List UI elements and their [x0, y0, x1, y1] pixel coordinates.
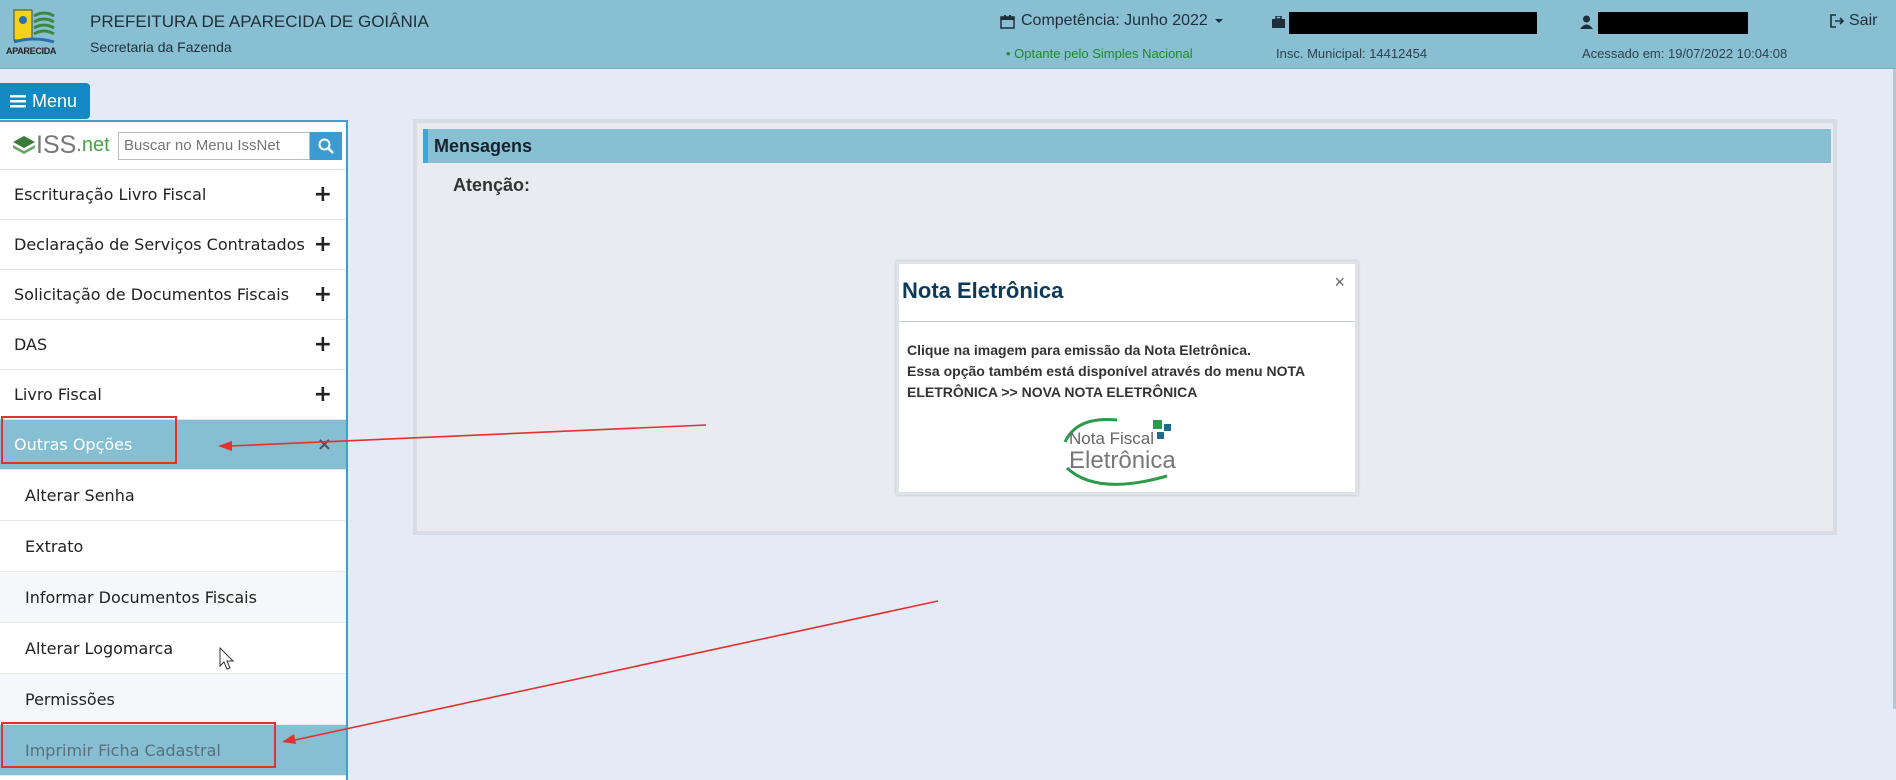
menu-item-solicitacao[interactable]: Solicitação de Documentos Fiscais +: [0, 270, 346, 320]
org-title: PREFEITURA DE APARECIDA DE GOIÂNIA: [90, 12, 429, 31]
highlight-box-outras-opcoes: [1, 416, 177, 464]
arrow-to-imprimir-ficha: [294, 600, 939, 741]
simples-status: • Optante pelo Simples Nacional: [1006, 46, 1193, 61]
attention-label: Atenção:: [453, 175, 531, 195]
menu-item-declaracao[interactable]: Declaração de Serviços Contratados +: [0, 220, 346, 270]
submenu-label: Alterar Logomarca: [25, 638, 174, 658]
submenu-alterar-logomarca[interactable]: Alterar Logomarca: [0, 623, 346, 674]
expand-plus-icon: +: [313, 332, 332, 357]
dialog-line-2: Essa opção também está disponível atravé…: [907, 363, 1305, 400]
submenu-informar-documentos[interactable]: Informar Documentos Fiscais: [0, 572, 346, 623]
dialog-title: Nota Eletrônica: [902, 278, 1064, 303]
menu-item-label: Declaração de Serviços Contratados: [14, 235, 305, 254]
access-time: Acessado em: 19/07/2022 10:04:08: [1582, 46, 1788, 61]
submenu-label: Permissões: [25, 689, 115, 709]
dialog-message: Clique na imagem para emissão da Nota El…: [907, 340, 1347, 403]
dialog-divider: [899, 321, 1355, 322]
close-icon[interactable]: ×: [1334, 272, 1345, 293]
competencia-label: Competência: Junho 2022: [1021, 12, 1208, 29]
expand-plus-icon: +: [313, 282, 332, 307]
logout-label: Sair: [1849, 12, 1878, 29]
calendar-icon: [1000, 14, 1015, 29]
menu-item-label: Solicitação de Documentos Fiscais: [14, 285, 290, 304]
menu-item-label: Livro Fiscal: [14, 385, 102, 404]
dialog-line-1: Clique na imagem para emissão da Nota El…: [907, 342, 1251, 358]
submenu-extrato[interactable]: Extrato: [0, 521, 346, 572]
menu-toggle-button[interactable]: Menu: [0, 83, 90, 119]
submenu-label: Extrato: [25, 536, 84, 556]
search-icon: [318, 138, 334, 154]
redacted-company-name: [1289, 12, 1537, 34]
sidebar-search-row: ISS .net: [0, 122, 346, 170]
messages-panel-title: Mensagens: [423, 129, 1831, 163]
issnet-logo-net: .net: [76, 134, 110, 156]
logout-button[interactable]: Sair: [1830, 12, 1877, 30]
redacted-user-name: [1598, 12, 1748, 34]
expand-plus-icon: +: [313, 182, 332, 207]
submenu-label: Alterar Senha: [25, 485, 135, 505]
submenu-permissoes[interactable]: Permissões: [0, 674, 346, 725]
issnet-cube-icon: [13, 135, 35, 154]
menu-item-livro-fiscal[interactable]: Livro Fiscal +: [0, 370, 346, 420]
issnet-logo-iss: ISS: [36, 131, 77, 159]
nfe-logo-line1: Nota Fiscal: [1069, 429, 1154, 448]
menu-item-escrituracao[interactable]: Escrituração Livro Fiscal +: [0, 170, 346, 220]
menu-search-input[interactable]: [118, 131, 310, 160]
org-subtitle: Secretaria da Fazenda: [90, 39, 232, 55]
menu-label: Menu: [32, 90, 78, 111]
briefcase-icon: [1272, 16, 1285, 28]
caret-down-icon: [1214, 19, 1223, 23]
expand-plus-icon: +: [313, 232, 332, 257]
competencia-dropdown[interactable]: Competência: Junho 2022: [1000, 12, 1224, 30]
issnet-logo: ISS .net: [12, 131, 118, 160]
user-icon: [1580, 15, 1593, 29]
highlight-box-imprimir-ficha: [1, 722, 276, 768]
nota-eletronica-dialog: Nota Eletrônica × Clique na imagem para …: [896, 261, 1358, 495]
menu-item-label: Escrituração Livro Fiscal: [14, 185, 207, 204]
submenu-alterar-senha[interactable]: Alterar Senha: [0, 470, 346, 521]
menu-search-button[interactable]: [310, 131, 342, 160]
nfe-logo-line2: Eletrônica: [1069, 447, 1176, 474]
nota-fiscal-eletronica-logo[interactable]: Nota Fiscal Eletrônica: [1057, 412, 1197, 488]
top-header: APARECIDA PREFEITURA DE APARECIDA DE GOI…: [0, 0, 1896, 69]
collapse-close-icon: ×: [316, 434, 332, 455]
menu-item-das[interactable]: DAS +: [0, 320, 346, 370]
hamburger-icon: [10, 95, 26, 108]
inscricao-municipal: Insc. Municipal: 14412454: [1276, 46, 1428, 61]
logo-text: APARECIDA: [6, 46, 57, 56]
sign-out-icon: [1830, 14, 1845, 28]
menu-item-label: DAS: [14, 335, 48, 354]
expand-plus-icon: +: [313, 382, 332, 407]
submenu-label: Informar Documentos Fiscais: [25, 587, 257, 607]
